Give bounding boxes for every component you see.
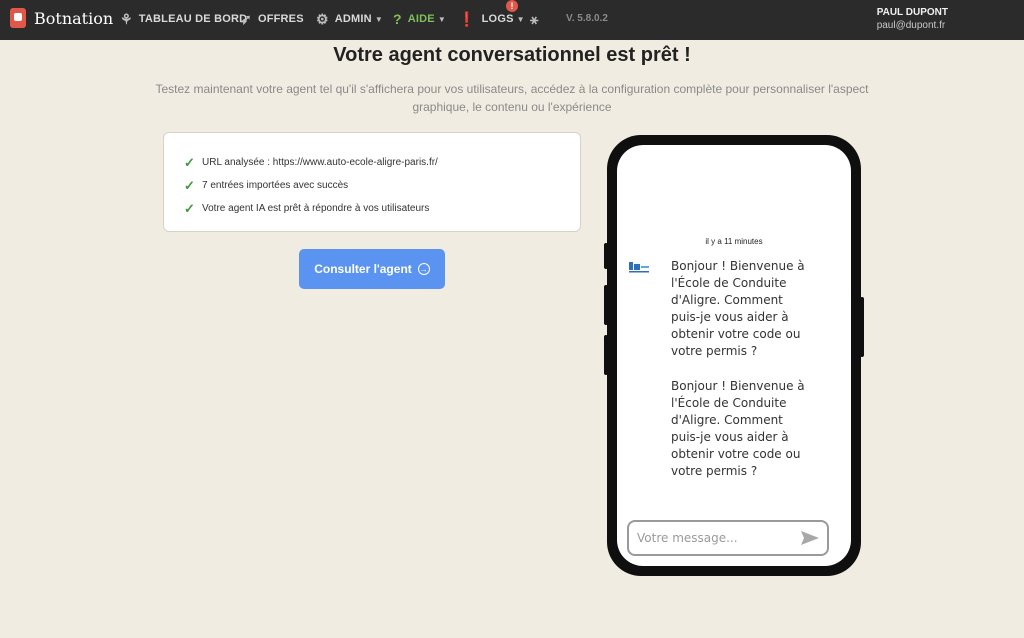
consult-agent-button[interactable]: Consulter l'agent → (299, 249, 445, 289)
check-text: URL analysée : https://www.auto-ecole-al… (202, 157, 438, 168)
user-menu[interactable]: PAUL DUPONT paul@dupont.fr (877, 7, 948, 31)
phone-preview: il y a 11 minutes Bonjour ! Bienvenue à … (604, 135, 864, 576)
nav-item-label: OFFRES (257, 13, 304, 25)
user-name: PAUL DUPONT (876, 7, 948, 18)
phone-side-button (860, 297, 864, 357)
nav-item-aide[interactable]: ? AIDE ▼ (393, 12, 446, 26)
brand[interactable]: Botnation (10, 8, 113, 28)
nav-item-label: LOGS (481, 13, 514, 25)
rocket-icon: ➶ (240, 11, 252, 27)
brand-name: Botnation (34, 8, 114, 28)
bot-message: Bonjour ! Bienvenue à l'École de Conduit… (671, 259, 805, 358)
nav-item-label: ADMIN (334, 13, 372, 25)
consult-agent-label: Consulter l'agent (314, 262, 412, 276)
message-input[interactable] (637, 529, 787, 547)
alert-icon: ❗ (458, 11, 476, 27)
checkmark-icon: ✓ (184, 154, 195, 170)
arrow-right-circle-icon: → (417, 263, 430, 275)
import-summary-card: ✓ URL analysée : https://www.auto-ecole-… (163, 132, 581, 232)
nav-item-label: TABLEAU DE BORD (138, 13, 248, 25)
phone-side-button (604, 243, 608, 269)
language-flag-button[interactable]: ⚹ (530, 12, 539, 26)
top-navbar: Botnation ⚘ TABLEAU DE BORD ➶ OFFRES ⚙ A… (0, 0, 1024, 40)
page-title: Votre agent conversationnel est prêt ! (333, 44, 691, 66)
check-row: ✓ URL analysée : https://www.auto-ecole-… (184, 151, 560, 174)
chat-timestamp: il y a 11 minutes (705, 237, 763, 246)
check-row: ✓ Votre agent IA est prêt à répondre à v… (184, 197, 560, 220)
dashboard-icon: ⚘ (120, 11, 133, 27)
gear-icon: ⚙ (316, 11, 329, 27)
version-label: V. 5.8.0.2 (566, 13, 608, 24)
check-text: 7 entrées importées avec succès (202, 180, 349, 191)
page-subtitle: Testez maintenant votre agent tel qu'il … (155, 82, 869, 114)
nav-item-dashboard[interactable]: ⚘ TABLEAU DE BORD (120, 12, 247, 26)
botnation-logo-icon (10, 8, 26, 28)
nav-item-admin[interactable]: ⚙ ADMIN ▼ (316, 12, 383, 26)
message-composer (627, 520, 829, 556)
checkmark-icon: ✓ (184, 200, 195, 216)
bot-message: Bonjour ! Bienvenue à l'École de Conduit… (671, 379, 805, 478)
chevron-down-icon: ▼ (516, 14, 525, 24)
chevron-down-icon: ▼ (437, 14, 446, 24)
user-email: paul@dupont.fr (876, 20, 946, 31)
check-text: Votre agent IA est prêt à répondre à vos… (202, 203, 430, 214)
check-row: ✓ 7 entrées importées avec succès (184, 174, 560, 197)
nav-item-label: AIDE (407, 13, 435, 25)
checkmark-icon: ✓ (184, 177, 195, 193)
send-icon[interactable] (801, 531, 819, 545)
uk-flag-icon: ⚹ (530, 11, 539, 27)
phone-side-button (604, 335, 608, 375)
chat-screen: il y a 11 minutes Bonjour ! Bienvenue à … (617, 145, 851, 566)
bot-avatar-icon (627, 260, 651, 274)
phone-side-button (604, 285, 608, 325)
nav-item-logs[interactable]: ❗ LOGS ▼ (458, 12, 525, 26)
logs-notification-badge: ! (506, 0, 518, 12)
nav-item-offres[interactable]: ➶ OFFRES (240, 12, 304, 26)
chevron-down-icon: ▼ (374, 14, 383, 24)
question-icon: ? (393, 11, 402, 27)
